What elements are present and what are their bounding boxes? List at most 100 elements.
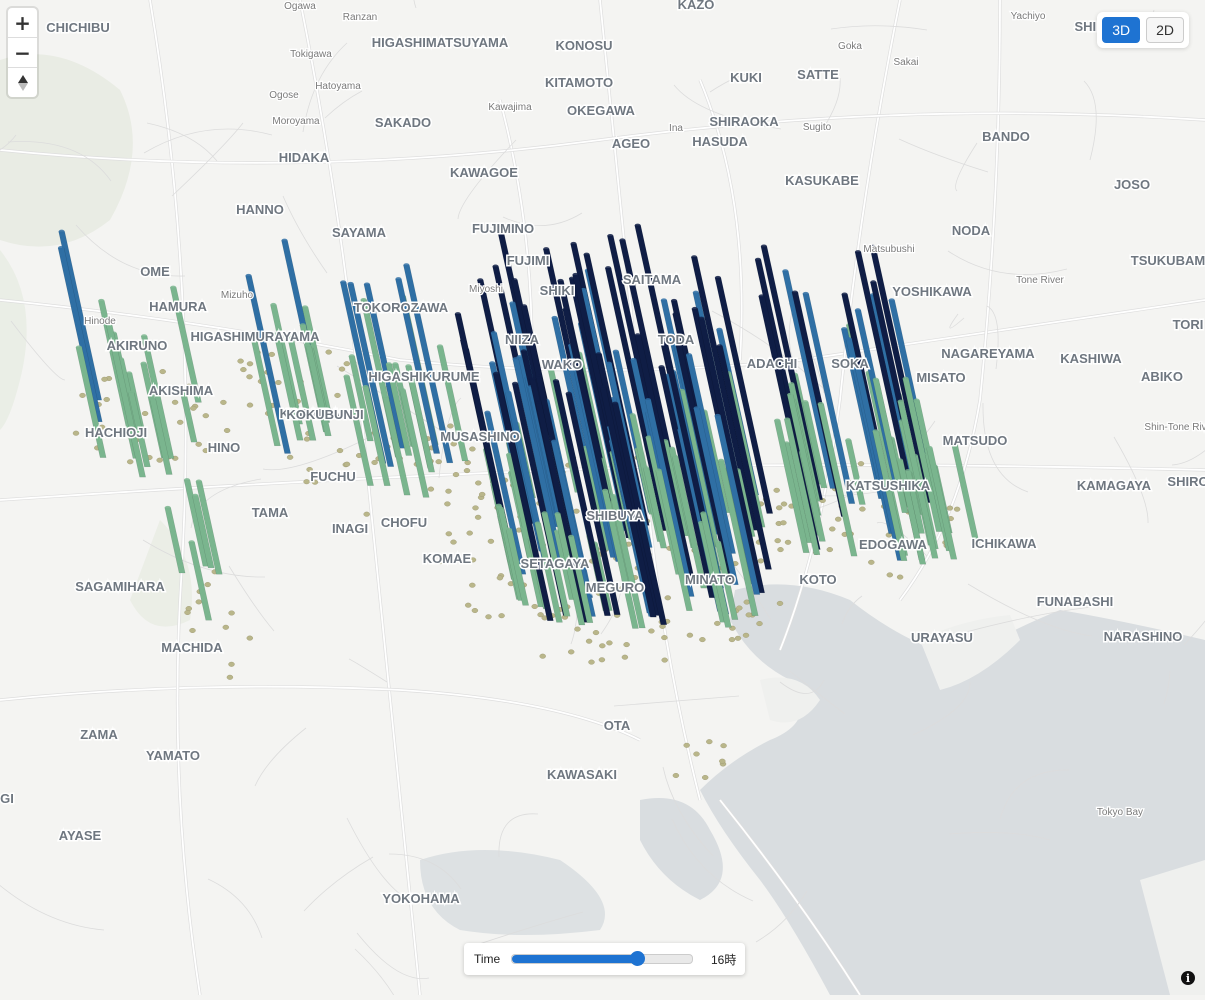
- place-label: OTA: [604, 718, 631, 733]
- place-label: KUKI: [730, 70, 762, 85]
- time-slider-thumb[interactable]: [630, 951, 646, 966]
- station-dot: [156, 457, 163, 463]
- station-dot: [574, 626, 581, 632]
- station-dot: [702, 775, 709, 781]
- station-dot: [141, 411, 149, 417]
- place-label: SAGAMIHARA: [75, 579, 165, 594]
- station-dot: [222, 624, 230, 630]
- station-dot: [444, 501, 451, 507]
- place-label: EDOGAWA: [859, 537, 928, 552]
- station-dot: [246, 402, 254, 408]
- station-dot: [829, 526, 836, 532]
- station-dot: [776, 505, 783, 511]
- station-dot: [325, 349, 332, 355]
- station-dot: [303, 436, 311, 442]
- station-dot: [699, 637, 706, 643]
- station-dot: [498, 613, 505, 619]
- place-label-minor: Tokigawa: [290, 49, 332, 60]
- place-label-minor: Sugito: [803, 122, 832, 133]
- time-value: 16時: [711, 952, 737, 967]
- station-dot: [777, 547, 784, 553]
- place-label: SAYAMA: [332, 225, 387, 240]
- station-dot: [466, 530, 473, 536]
- place-label: SHIBUYA: [586, 508, 644, 523]
- station-dot: [246, 361, 254, 367]
- station-dot: [228, 661, 235, 667]
- place-label: SAKADO: [375, 115, 431, 130]
- place-label: WAKO: [542, 357, 582, 372]
- station-dot: [598, 657, 606, 663]
- station-dot: [886, 572, 893, 578]
- place-label: KASUKABE: [785, 173, 859, 188]
- station-dot: [343, 361, 350, 367]
- station-dot: [623, 642, 630, 648]
- place-label: YOSHIKAWA: [892, 284, 972, 299]
- place-label: JOSO: [1114, 177, 1150, 192]
- place-label: SATTE: [797, 67, 839, 82]
- place-label-minor: Tokyo Bay: [1097, 807, 1143, 818]
- station-dot: [472, 505, 479, 511]
- station-dot: [539, 653, 546, 659]
- station-dot: [736, 605, 743, 611]
- map-canvas[interactable]: CHICHIBU HIGASHIMATSUYAMA KONOSU KAZO SATTE K…: [0, 0, 1205, 1000]
- place-label: TSUKUBAM: [1131, 253, 1205, 268]
- compass-icon: [17, 74, 28, 91]
- station-dot: [334, 392, 341, 398]
- place-label: HANNO: [236, 202, 284, 217]
- station-dot: [475, 480, 482, 486]
- station-dot: [228, 610, 235, 616]
- station-dot: [859, 506, 866, 512]
- station-dot: [648, 628, 655, 634]
- place-label: NAGAREYAMA: [941, 346, 1035, 361]
- place-label: NARASHINO: [1104, 629, 1183, 644]
- station-dot: [714, 620, 721, 626]
- place-label: CHICHIBU: [46, 20, 110, 35]
- mode-3d-button[interactable]: 3D: [1102, 17, 1141, 43]
- time-slider[interactable]: [511, 951, 693, 966]
- station-dot: [568, 649, 575, 655]
- place-label: KONOSU: [555, 38, 612, 53]
- station-dot: [223, 428, 231, 434]
- place-label: HAMURA: [149, 299, 207, 314]
- station-dot: [463, 468, 471, 474]
- place-label: NODA: [952, 223, 991, 238]
- station-dot: [661, 657, 668, 663]
- station-dot: [171, 399, 179, 405]
- station-dot: [720, 743, 727, 749]
- station-dot: [363, 511, 370, 517]
- place-label: ABIKO: [1141, 369, 1183, 384]
- view-mode-toggle: 3D 2D: [1097, 12, 1189, 48]
- place-label: ZAMA: [80, 727, 118, 742]
- place-label: TAMA: [252, 505, 289, 520]
- station-dot: [471, 608, 479, 614]
- place-label: YOKOHAMA: [382, 891, 460, 906]
- place-label: SOKA: [831, 356, 869, 371]
- info-icon[interactable]: i: [1181, 971, 1195, 985]
- place-label: HIDAKA: [279, 150, 330, 165]
- station-dot: [621, 654, 629, 660]
- compass-button[interactable]: [8, 68, 37, 97]
- zoom-out-button[interactable]: −: [8, 38, 37, 68]
- station-dot: [661, 635, 668, 641]
- station-dot: [728, 637, 736, 643]
- station-dot: [857, 461, 865, 467]
- station-dot: [72, 430, 80, 436]
- station-dot: [835, 516, 842, 522]
- station-dot: [452, 472, 460, 478]
- station-dot: [445, 531, 452, 537]
- station-dot: [693, 751, 700, 757]
- place-label: MINATO: [685, 572, 735, 587]
- station-dot: [202, 413, 210, 419]
- station-dot: [780, 501, 788, 507]
- place-label: TORI: [1173, 317, 1204, 332]
- station-dot: [683, 742, 690, 748]
- station-dot: [664, 595, 671, 601]
- place-label: MACHIDA: [161, 640, 223, 655]
- map-svg[interactable]: CHICHIBU HIGASHIMATSUYAMA KONOSU KAZO SATTE K…: [0, 0, 1205, 1000]
- station-dot: [531, 604, 538, 610]
- place-label: HIGASHIKURUME: [368, 369, 480, 384]
- zoom-in-button[interactable]: +: [8, 8, 37, 38]
- station-dot: [286, 454, 294, 460]
- mode-2d-button[interactable]: 2D: [1146, 17, 1184, 43]
- time-label: Time: [474, 952, 501, 966]
